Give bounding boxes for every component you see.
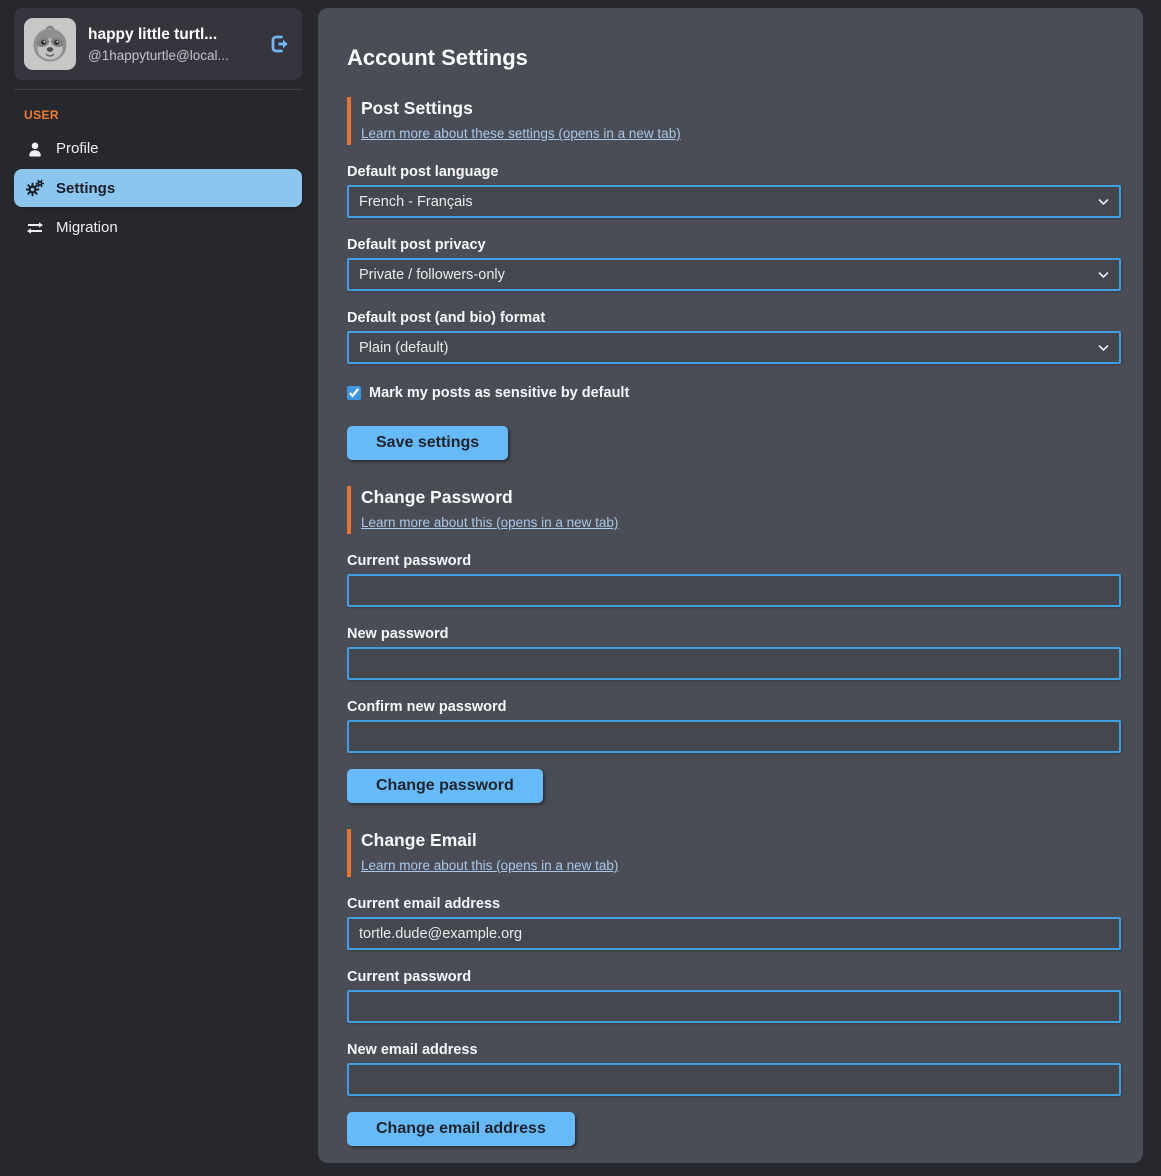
- sensitive-checkbox-label[interactable]: Mark my posts as sensitive by default: [369, 385, 629, 401]
- sidebar-item-label: Migration: [56, 219, 118, 236]
- default-post-language-select[interactable]: French - Français: [347, 185, 1121, 218]
- user-icon: [25, 141, 44, 157]
- email-current-password-input[interactable]: [347, 990, 1121, 1023]
- section-title: Change Email: [361, 830, 1121, 851]
- sidebar-item-label: Profile: [56, 140, 99, 157]
- select-wrap: Private / followers-only: [347, 258, 1121, 291]
- sidebar: happy little turtl... @1happyturtle@loca…: [14, 8, 302, 1163]
- field-new-email: New email address: [347, 1042, 1121, 1096]
- change-password-section: Change Password Learn more about this (o…: [347, 486, 1121, 803]
- user-card: happy little turtl... @1happyturtle@loca…: [14, 8, 302, 80]
- default-post-privacy-select[interactable]: Private / followers-only: [347, 258, 1121, 291]
- field-label: Confirm new password: [347, 699, 1121, 715]
- field-label: Default post privacy: [347, 237, 1121, 253]
- select-wrap: French - Français: [347, 185, 1121, 218]
- field-label: Current password: [347, 969, 1121, 985]
- field-default-post-language: Default post language French - Français: [347, 164, 1121, 218]
- field-confirm-new-password: Confirm new password: [347, 699, 1121, 753]
- sloth-avatar: [24, 18, 76, 70]
- sidebar-section-user-label: USER: [24, 108, 302, 122]
- learn-more-link[interactable]: Learn more about this (opens in a new ta…: [361, 515, 618, 530]
- section-title: Post Settings: [361, 98, 1121, 119]
- sign-out-icon[interactable]: [268, 33, 290, 55]
- field-label: Default post language: [347, 164, 1121, 180]
- default-post-format-select[interactable]: Plain (default): [347, 331, 1121, 364]
- sidebar-item-profile[interactable]: Profile: [14, 133, 302, 164]
- field-label: Current email address: [347, 896, 1121, 912]
- current-email-input[interactable]: [347, 917, 1121, 950]
- select-wrap: Plain (default): [347, 331, 1121, 364]
- post-settings-header: Post Settings Learn more about these set…: [347, 97, 1121, 145]
- change-email-button[interactable]: Change email address: [347, 1112, 575, 1146]
- change-email-header: Change Email Learn more about this (open…: [347, 829, 1121, 877]
- user-identity: happy little turtl... @1happyturtle@loca…: [88, 26, 256, 63]
- user-handle: @1happyturtle@local...: [88, 48, 256, 63]
- section-title: Change Password: [361, 487, 1121, 508]
- field-label: Current password: [347, 553, 1121, 569]
- field-default-post-format: Default post (and bio) format Plain (def…: [347, 310, 1121, 364]
- sensitive-checkbox-row: Mark my posts as sensitive by default: [347, 385, 1121, 401]
- current-password-input[interactable]: [347, 574, 1121, 607]
- sensitive-checkbox[interactable]: [347, 386, 361, 400]
- field-current-email: Current email address: [347, 896, 1121, 950]
- main-panel: Account Settings Post Settings Learn mor…: [318, 8, 1143, 1163]
- change-password-button[interactable]: Change password: [347, 769, 543, 803]
- field-email-current-password: Current password: [347, 969, 1121, 1023]
- sidebar-divider: [14, 89, 302, 90]
- field-label: New email address: [347, 1042, 1121, 1058]
- user-display-name: happy little turtl...: [88, 26, 256, 44]
- exchange-arrows-icon: [25, 221, 44, 235]
- post-settings-section: Post Settings Learn more about these set…: [347, 97, 1121, 460]
- learn-more-link[interactable]: Learn more about these settings (opens i…: [361, 126, 681, 141]
- confirm-new-password-input[interactable]: [347, 720, 1121, 753]
- new-email-input[interactable]: [347, 1063, 1121, 1096]
- change-email-section: Change Email Learn more about this (open…: [347, 829, 1121, 1146]
- sidebar-nav: Profile: [14, 133, 302, 243]
- page-title: Account Settings: [347, 45, 1121, 71]
- field-current-password: Current password: [347, 553, 1121, 607]
- new-password-input[interactable]: [347, 647, 1121, 680]
- learn-more-link[interactable]: Learn more about this (opens in a new ta…: [361, 858, 618, 873]
- change-password-header: Change Password Learn more about this (o…: [347, 486, 1121, 534]
- field-label: Default post (and bio) format: [347, 310, 1121, 326]
- save-settings-button[interactable]: Save settings: [347, 426, 508, 460]
- sidebar-item-settings[interactable]: Settings: [14, 169, 302, 207]
- sidebar-item-migration[interactable]: Migration: [14, 212, 302, 243]
- gears-icon: [25, 179, 44, 197]
- field-new-password: New password: [347, 626, 1121, 680]
- field-label: New password: [347, 626, 1121, 642]
- app-root: happy little turtl... @1happyturtle@loca…: [0, 0, 1161, 1176]
- field-default-post-privacy: Default post privacy Private / followers…: [347, 237, 1121, 291]
- sidebar-item-label: Settings: [56, 180, 115, 197]
